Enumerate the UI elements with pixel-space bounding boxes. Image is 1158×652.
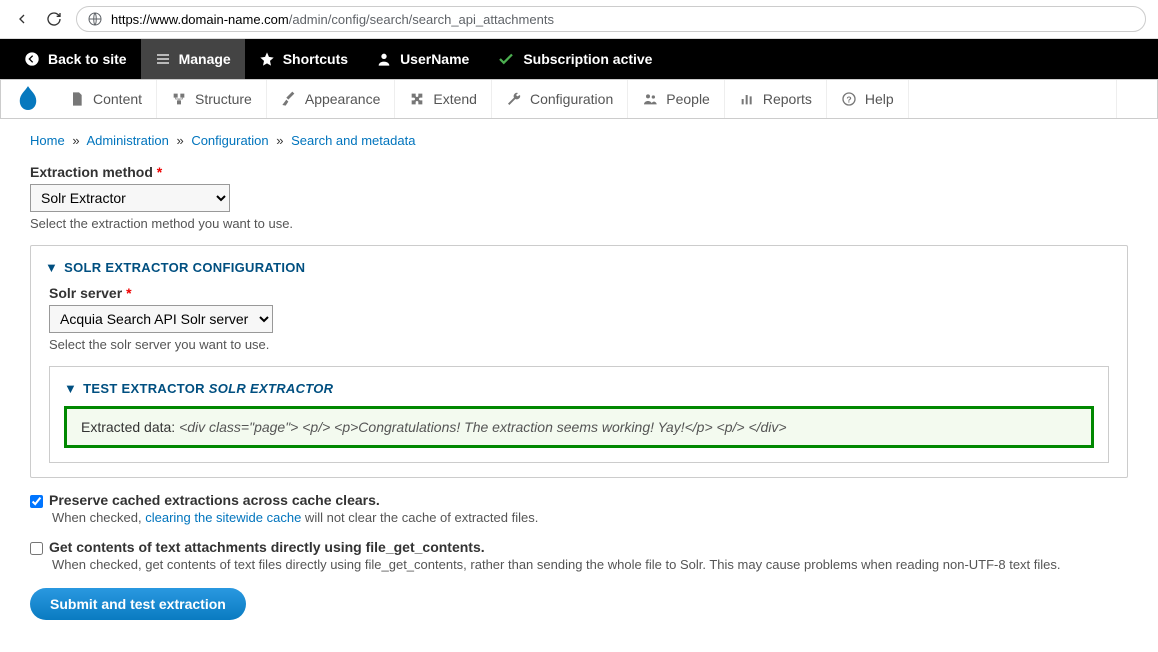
back-to-site-button[interactable]: Back to site xyxy=(10,39,141,79)
shortcuts-button[interactable]: Shortcuts xyxy=(245,39,362,79)
browser-bar: https://www.domain-name.com/admin/config… xyxy=(0,0,1158,39)
extraction-method-select[interactable]: Solr Extractor xyxy=(30,184,230,212)
hamburger-icon xyxy=(155,51,171,67)
subscription-label: Subscription active xyxy=(523,51,652,67)
back-to-site-label: Back to site xyxy=(48,51,127,67)
user-button[interactable]: UserName xyxy=(362,39,483,79)
subscription-button[interactable]: Subscription active xyxy=(483,39,666,79)
wrench-icon xyxy=(506,91,522,107)
preserve-desc: When checked, clearing the sitewide cach… xyxy=(52,510,1128,525)
drupal-logo[interactable] xyxy=(1,80,55,118)
breadcrumb-search[interactable]: Search and metadata xyxy=(291,133,415,148)
menu-reports[interactable]: Reports xyxy=(725,80,827,118)
status-markup: <div class="page"> <p/> <p>Congratulatio… xyxy=(179,419,787,435)
menu-people[interactable]: People xyxy=(628,80,725,118)
globe-icon xyxy=(87,11,103,27)
reload-icon[interactable] xyxy=(44,9,64,29)
breadcrumb-admin[interactable]: Administration xyxy=(86,133,168,148)
menu-extend[interactable]: Extend xyxy=(395,80,492,118)
solr-config-legend[interactable]: ▼ SOLR EXTRACTOR CONFIGURATION xyxy=(45,260,1113,275)
extraction-method-label: Extraction method * xyxy=(30,164,162,180)
svg-text:?: ? xyxy=(846,94,851,104)
submit-button[interactable]: Submit and test extraction xyxy=(30,588,246,620)
solr-server-select[interactable]: Acquia Search API Solr server xyxy=(49,305,273,333)
help-icon: ? xyxy=(841,91,857,107)
user-icon xyxy=(376,51,392,67)
top-toolbar: Back to site Manage Shortcuts UserName S… xyxy=(0,39,1158,79)
breadcrumb-config[interactable]: Configuration xyxy=(191,133,268,148)
chevron-down-icon: ▼ xyxy=(64,381,77,396)
breadcrumb-home[interactable]: Home xyxy=(30,133,65,148)
preserve-checkbox-row: Preserve cached extractions across cache… xyxy=(30,492,1128,508)
solr-server-label: Solr server * xyxy=(49,285,132,301)
star-icon xyxy=(259,51,275,67)
username-label: UserName xyxy=(400,51,469,67)
preserve-label: Preserve cached extractions across cache… xyxy=(49,492,380,508)
check-icon xyxy=(497,50,515,68)
manage-button[interactable]: Manage xyxy=(141,39,245,79)
shortcuts-label: Shortcuts xyxy=(283,51,348,67)
status-label: Extracted data: xyxy=(81,419,179,435)
arrow-left-circle-icon xyxy=(24,51,40,67)
file-icon xyxy=(69,91,85,107)
extraction-method-field: Extraction method * Solr Extractor Selec… xyxy=(30,164,1128,231)
puzzle-icon xyxy=(409,91,425,107)
back-icon[interactable] xyxy=(12,9,32,29)
url-bar[interactable]: https://www.domain-name.com/admin/config… xyxy=(76,6,1146,32)
getcontents-desc: When checked, get contents of text files… xyxy=(52,557,1128,572)
content-area: Home » Administration » Configuration » … xyxy=(0,119,1158,634)
extraction-method-desc: Select the extraction method you want to… xyxy=(30,216,1128,231)
collapse-icon xyxy=(1129,91,1145,107)
getcontents-checkbox-row: Get contents of text attachments directl… xyxy=(30,539,1128,555)
structure-icon xyxy=(171,91,187,107)
status-message: Extracted data: <div class="page"> <p/> … xyxy=(64,406,1094,448)
menu-help[interactable]: ? Help xyxy=(827,80,909,118)
clear-cache-link[interactable]: clearing the sitewide cache xyxy=(145,510,301,525)
test-extractor-fieldset: ▼ TEST EXTRACTOR SOLR EXTRACTOR Extracte… xyxy=(49,366,1109,463)
people-icon xyxy=(642,91,658,107)
menu-appearance[interactable]: Appearance xyxy=(267,80,396,118)
menu-configuration[interactable]: Configuration xyxy=(492,80,628,118)
menu-structure[interactable]: Structure xyxy=(157,80,267,118)
brush-icon xyxy=(281,91,297,107)
url-text: https://www.domain-name.com/admin/config… xyxy=(111,12,554,27)
reports-icon xyxy=(739,91,755,107)
collapse-button[interactable] xyxy=(1116,80,1157,118)
test-extractor-legend[interactable]: ▼ TEST EXTRACTOR SOLR EXTRACTOR xyxy=(64,381,1094,396)
solr-config-fieldset: ▼ SOLR EXTRACTOR CONFIGURATION Solr serv… xyxy=(30,245,1128,478)
getcontents-label: Get contents of text attachments directl… xyxy=(49,539,485,555)
menu-content[interactable]: Content xyxy=(55,80,157,118)
solr-server-field: Solr server * Acquia Search API Solr ser… xyxy=(49,285,1109,352)
drupal-icon xyxy=(17,86,39,112)
manage-label: Manage xyxy=(179,51,231,67)
breadcrumb: Home » Administration » Configuration » … xyxy=(30,133,1128,148)
solr-server-desc: Select the solr server you want to use. xyxy=(49,337,1109,352)
chevron-down-icon: ▼ xyxy=(45,260,58,275)
getcontents-checkbox[interactable] xyxy=(30,542,43,555)
preserve-checkbox[interactable] xyxy=(30,495,43,508)
admin-menu: Content Structure Appearance Extend Conf… xyxy=(0,79,1158,119)
